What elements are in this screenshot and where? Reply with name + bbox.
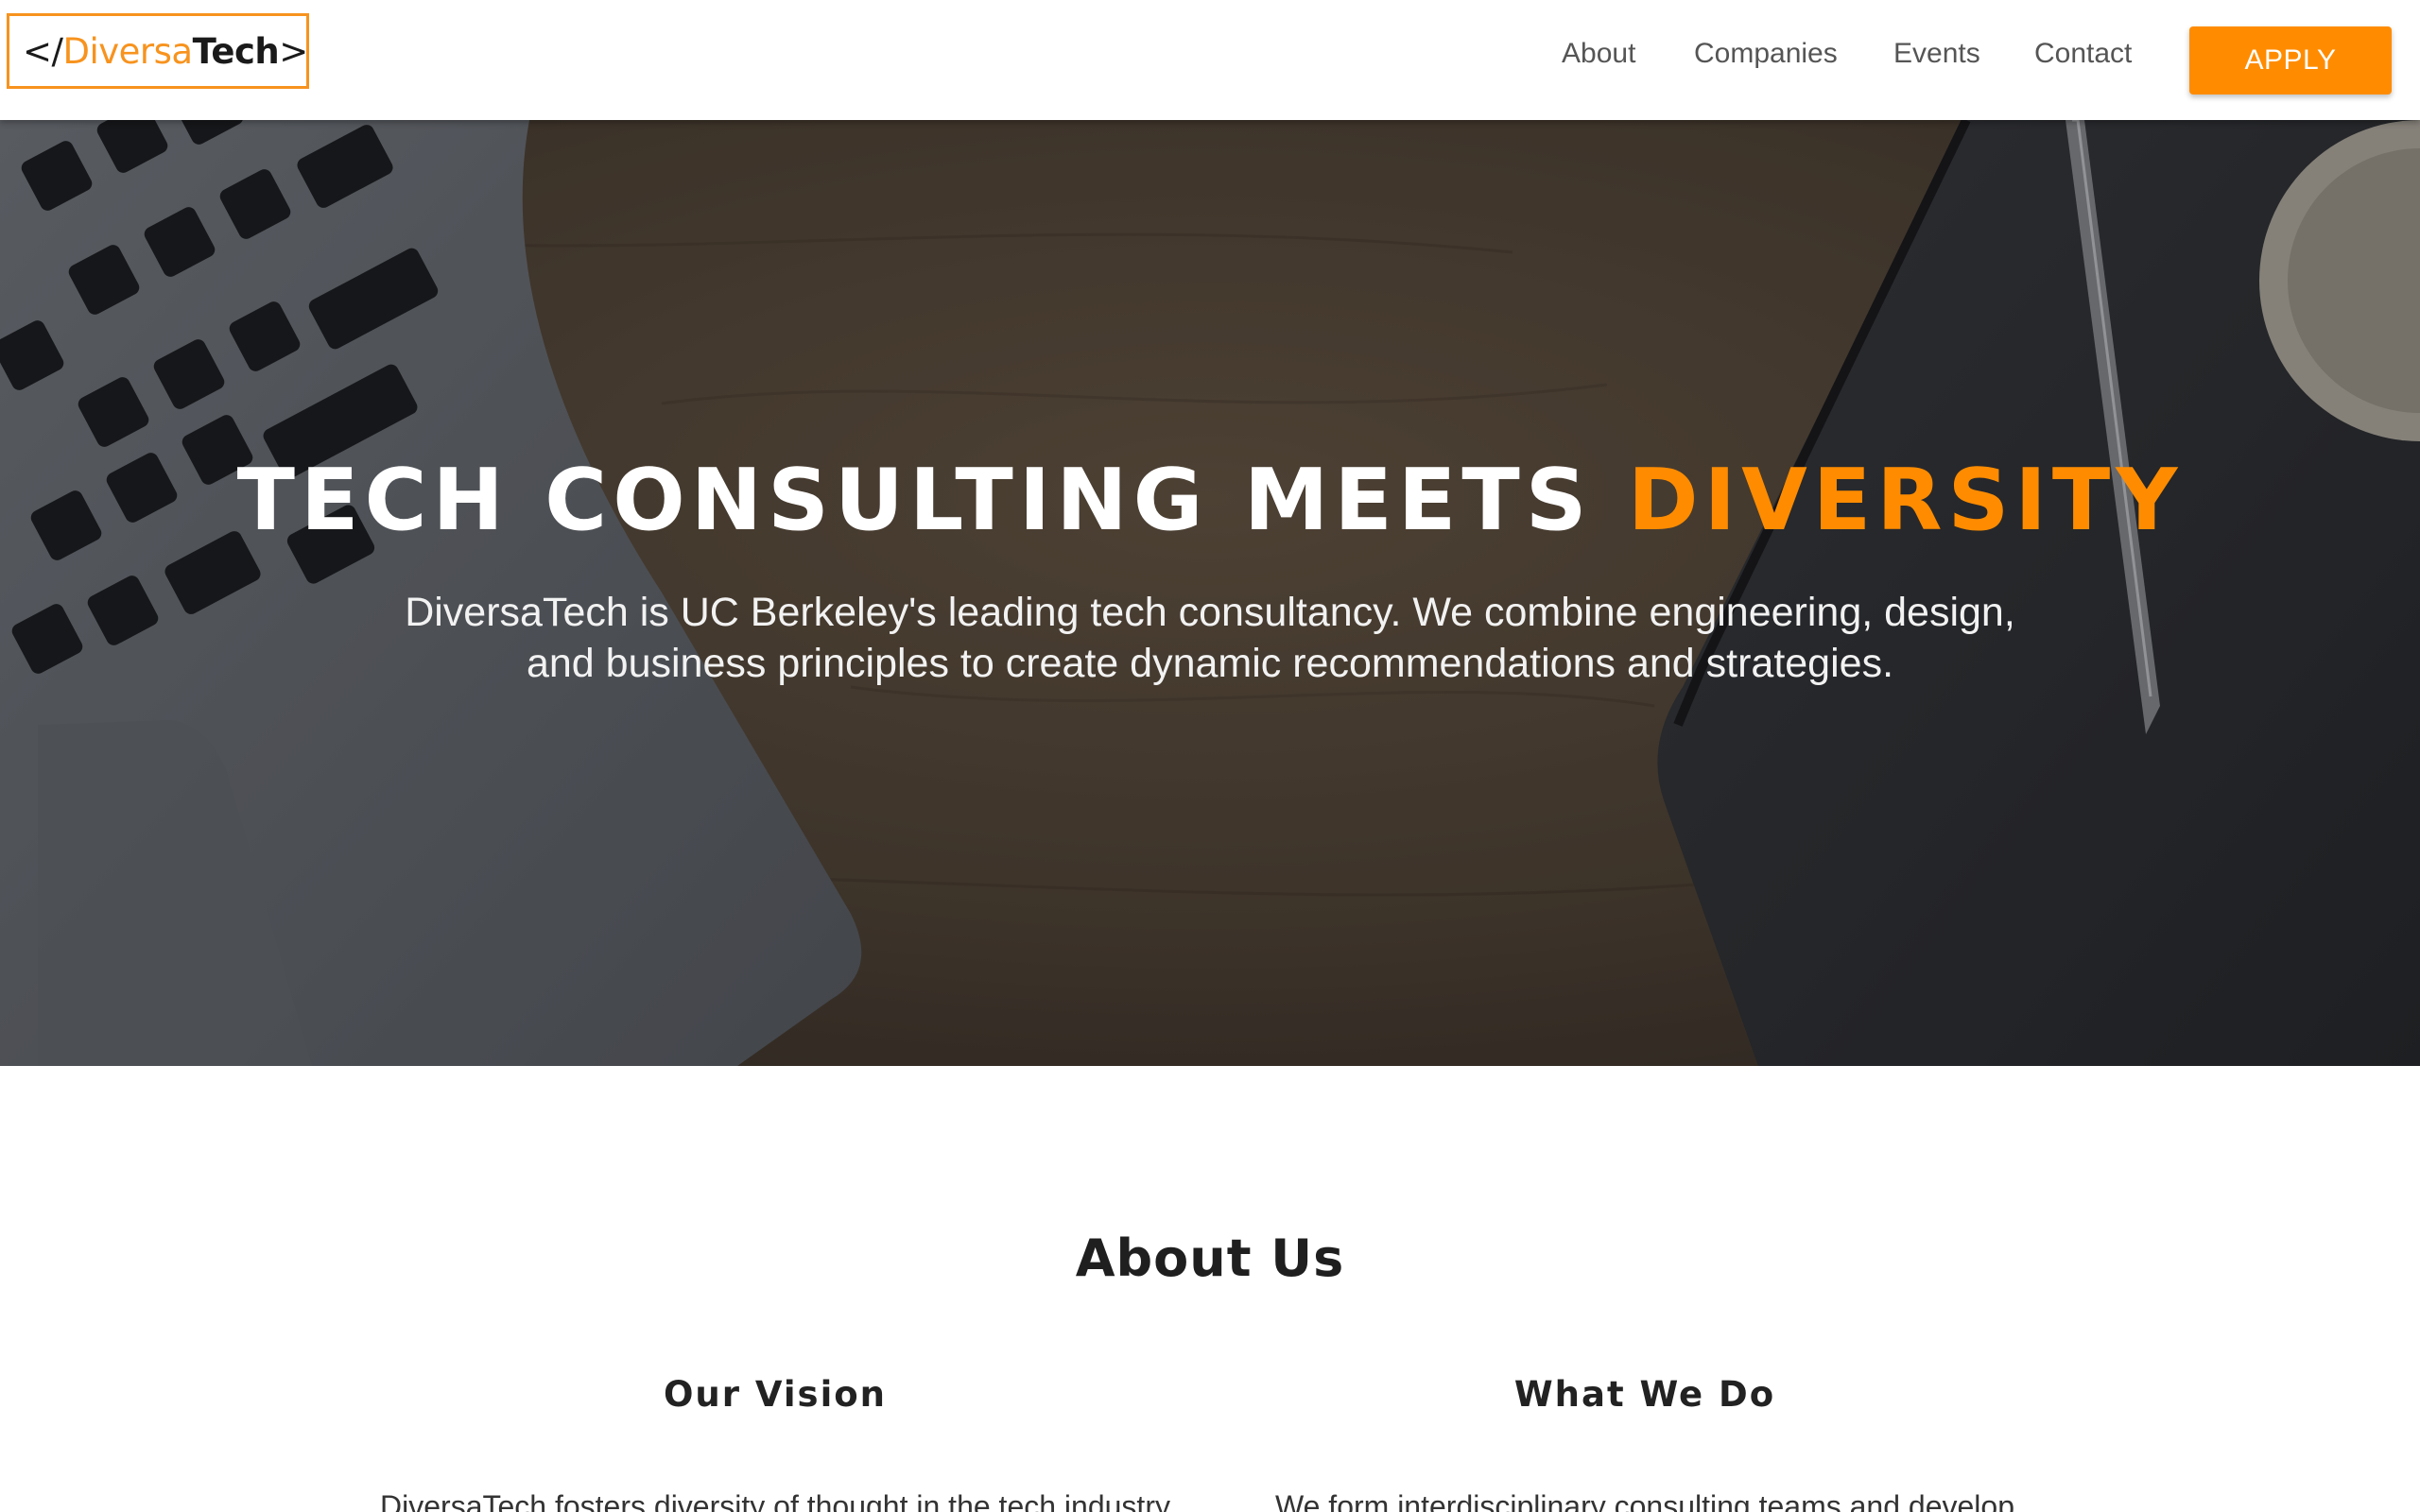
about-us-heading: About Us [1075, 1228, 1345, 1288]
nav-link-about[interactable]: About [1562, 38, 1635, 70]
hero-title: TECH CONSULTING MEETS DIVERSITY [0, 451, 2420, 550]
nav-link-contact[interactable]: Contact [2034, 38, 2132, 70]
hero-title-accent: DIVERSITY [1627, 451, 2184, 550]
our-vision-text: DiversaTech fosters diversity of thought… [380, 1489, 1170, 1512]
diversatech-logo[interactable]: </Diversa Tech > [7, 13, 309, 89]
apply-button[interactable]: APPLY [2189, 26, 2392, 94]
our-vision-heading: Our Vision [663, 1374, 888, 1415]
hero-subtitle: DiversaTech is UC Berkeley's leading tec… [359, 587, 2061, 689]
what-we-do-heading: What We Do [1513, 1374, 1776, 1415]
hero-subtitle-line: and business principles to create dynami… [526, 641, 1894, 686]
hero-subtitle-line: DiversaTech is UC Berkeley's leading tec… [405, 590, 2015, 635]
logo-open-bracket: </ [23, 30, 63, 72]
what-we-do-text: We form interdisciplinary consulting tea… [1274, 1489, 2014, 1512]
hero-banner: TECH CONSULTING MEETS DIVERSITY DiversaT… [0, 120, 2420, 1066]
nav-link-events[interactable]: Events [1893, 38, 1980, 70]
logo-close-bracket: > [279, 30, 308, 72]
hero-title-main: TECH CONSULTING MEETS [236, 451, 1628, 550]
logo-text-diversa: Diversa [62, 30, 193, 72]
top-navbar: </Diversa Tech > About Companies Events Co… [0, 0, 2420, 120]
nav-link-companies[interactable]: Companies [1694, 38, 1838, 70]
logo-text-tech: Tech [192, 30, 280, 72]
